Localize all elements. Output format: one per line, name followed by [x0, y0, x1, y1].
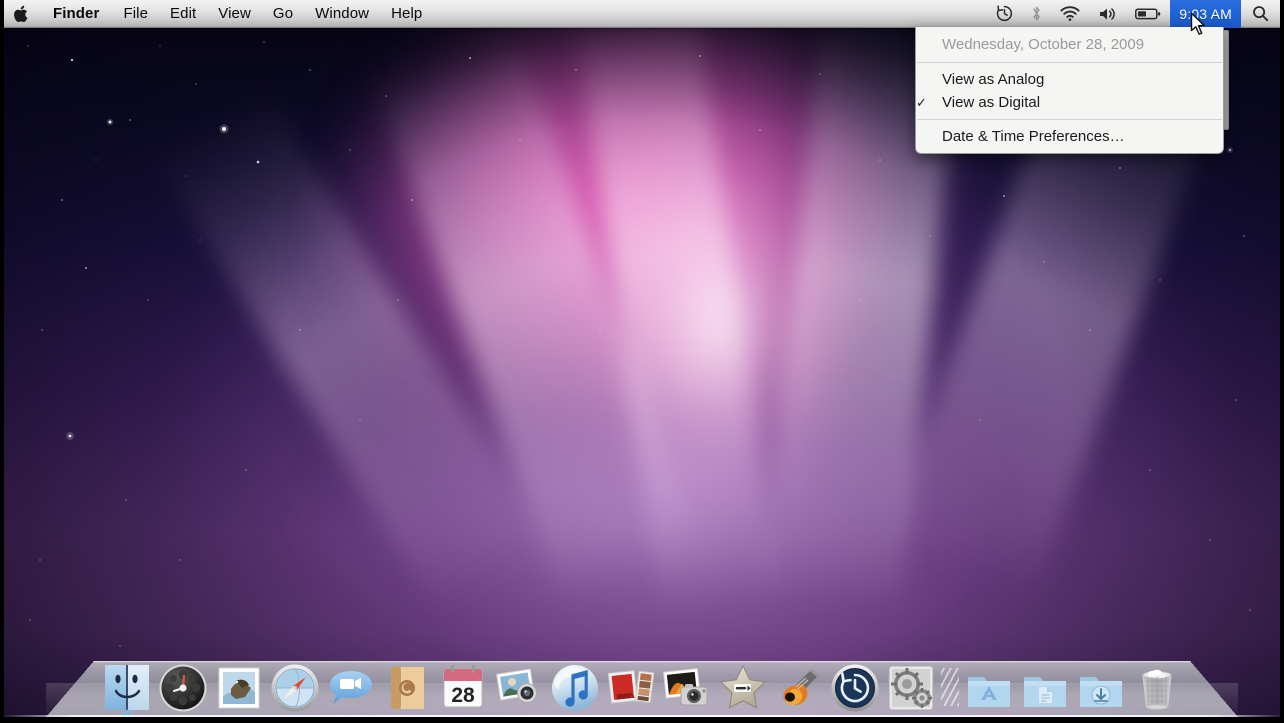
- dock-item-safari[interactable]: [267, 655, 323, 713]
- screen: Finder File Edit View Go Window Help 9:0…: [0, 0, 1284, 723]
- screen-frame-right: [1280, 0, 1284, 723]
- dock-item-address-book[interactable]: [379, 655, 435, 713]
- dock-stack-downloads[interactable]: [1073, 655, 1129, 713]
- dock-item-system-preferences[interactable]: [883, 655, 939, 713]
- wallpaper-bright-core: [480, 60, 940, 620]
- clock-dropdown-menu: Wednesday, October 28, 2009 View as Anal…: [915, 27, 1224, 154]
- view-as-analog-label: View as Analog: [942, 71, 1045, 88]
- menu-view[interactable]: View: [207, 0, 262, 28]
- menu-go[interactable]: Go: [262, 0, 304, 28]
- checkmark-icon: ✓: [916, 94, 927, 110]
- wifi-icon[interactable]: [1051, 0, 1089, 28]
- dock-item-time-machine[interactable]: [827, 655, 883, 713]
- view-as-digital-label: View as Digital: [942, 94, 1041, 111]
- screen-frame-left: [0, 0, 4, 723]
- menu-edit[interactable]: Edit: [159, 0, 207, 28]
- dock-separator: [939, 661, 961, 713]
- dock-item-trash[interactable]: [1129, 655, 1185, 713]
- date-time-preferences-label: Date & Time Preferences…: [942, 128, 1125, 145]
- dock-item-ical[interactable]: 28: [435, 655, 491, 713]
- menu-finder[interactable]: Finder: [41, 0, 112, 28]
- clock-menu-item-view-as-digital[interactable]: ✓ View as Digital: [916, 91, 1223, 114]
- dock-separator-line: [941, 668, 959, 706]
- volume-icon[interactable]: [1089, 0, 1126, 28]
- menu-file[interactable]: File: [112, 0, 159, 28]
- bluetooth-icon[interactable]: [1022, 0, 1051, 28]
- dock-item-imovie[interactable]: [603, 655, 659, 713]
- menu-bar-left: Finder File Edit View Go Window Help: [0, 0, 433, 28]
- wallpaper-ray-2: [577, 5, 780, 617]
- ical-day-number: 28: [451, 684, 475, 707]
- dock-item-iphoto[interactable]: [491, 655, 547, 713]
- clock-menu-item-view-as-analog[interactable]: View as Analog: [916, 68, 1223, 91]
- wallpaper-ray-1: [372, 28, 706, 606]
- dock-stack-documents[interactable]: [1017, 655, 1073, 713]
- dock-item-dashboard[interactable]: [155, 655, 211, 713]
- dock-stack-applications[interactable]: [961, 655, 1017, 713]
- menu-bar-status-area: 9:03 AM: [987, 0, 1284, 28]
- screen-frame-bottom: [0, 717, 1284, 723]
- search-icon[interactable]: [1241, 0, 1282, 28]
- clock-menu-item-date-time-preferences[interactable]: Date & Time Preferences…: [916, 125, 1223, 148]
- menu-bar: Finder File Edit View Go Window Help 9:0…: [0, 0, 1284, 28]
- dock-items: 28: [0, 645, 1284, 719]
- time-machine-icon[interactable]: [987, 0, 1022, 28]
- dock: 28: [0, 641, 1284, 719]
- dock-item-ichat[interactable]: [323, 655, 379, 713]
- dock-item-garageband[interactable]: [771, 655, 827, 713]
- menu-window[interactable]: Window: [304, 0, 380, 28]
- clock-menu-date-header: Wednesday, October 28, 2009: [942, 35, 1145, 53]
- dock-item-itunes[interactable]: [547, 655, 603, 713]
- battery-icon[interactable]: [1126, 0, 1170, 28]
- menu-help[interactable]: Help: [380, 0, 433, 28]
- clock-menu-separator-2: [917, 119, 1222, 120]
- apple-logo-icon[interactable]: [9, 0, 41, 28]
- clock-time-label: 9:03 AM: [1179, 5, 1232, 22]
- dock-item-iweb[interactable]: [715, 655, 771, 713]
- dock-item-photo-booth[interactable]: [659, 655, 715, 713]
- dock-item-mail[interactable]: [211, 655, 267, 713]
- dock-item-finder[interactable]: [99, 655, 155, 719]
- menu-bar-clock[interactable]: 9:03 AM: [1170, 0, 1241, 28]
- wallpaper-ray-5: [153, 87, 551, 615]
- clock-menu-separator-1: [917, 62, 1222, 63]
